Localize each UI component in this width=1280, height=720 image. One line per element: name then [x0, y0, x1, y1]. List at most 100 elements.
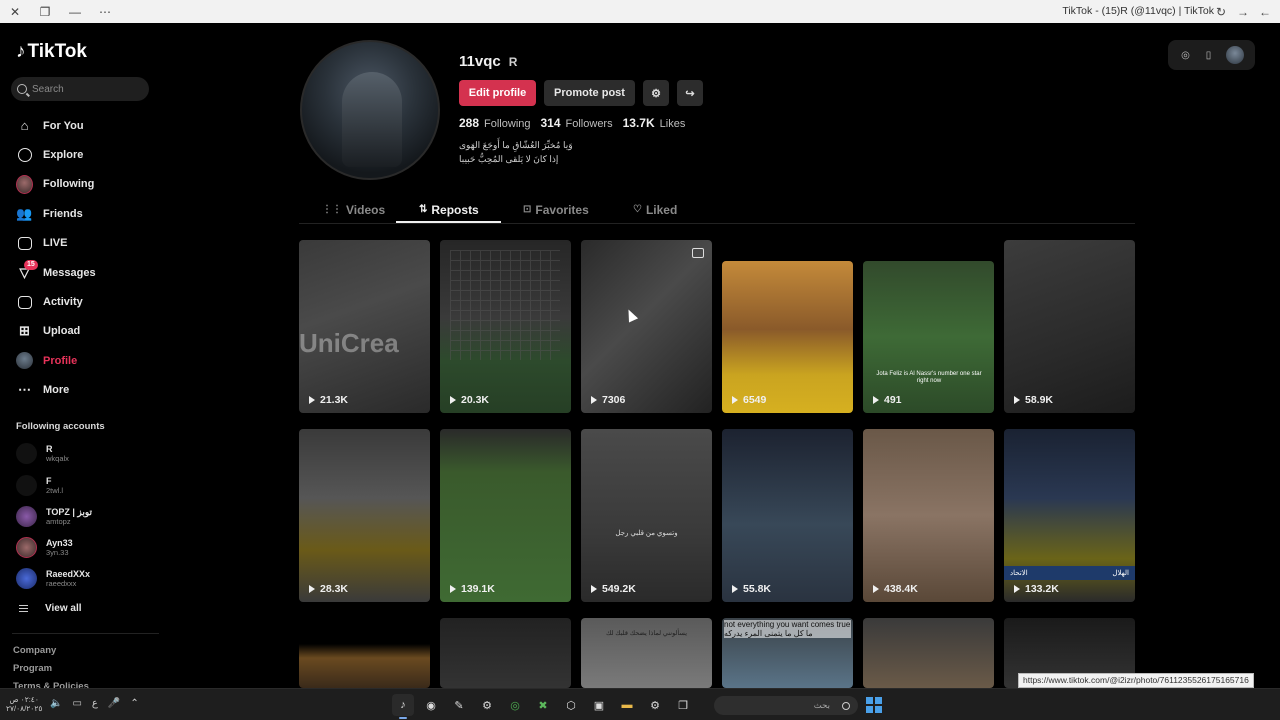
views-text: 6549	[743, 394, 767, 406]
video-card[interactable]: 139.1K	[440, 429, 571, 602]
photo-icon	[692, 248, 704, 258]
phone-icon[interactable]: ▯	[1203, 49, 1215, 61]
video-card[interactable]	[299, 638, 430, 688]
language-indicator[interactable]: ع	[92, 698, 98, 709]
user-avatar[interactable]	[1225, 46, 1244, 64]
chrome-app-icon[interactable]: ◎	[504, 694, 526, 716]
tab-videos[interactable]: ⋮⋮ Videos	[322, 196, 385, 223]
share-icon[interactable]: ↪	[677, 80, 703, 106]
coins-icon[interactable]: ◎	[1180, 49, 1192, 61]
nav-item-upload[interactable]: ⊞ Upload	[0, 317, 160, 346]
video-card[interactable]: 20.3K	[440, 240, 571, 413]
video-card[interactable]: 58.9K	[1004, 240, 1135, 413]
steam-app-icon[interactable]: ⚙	[476, 694, 498, 716]
windows-start-icon[interactable]	[866, 697, 882, 713]
task-view-icon[interactable]: ❐	[672, 694, 694, 716]
list-icon	[19, 605, 28, 612]
nav-item-friends[interactable]: 👥 Friends	[0, 199, 160, 228]
edit-profile-button[interactable]: Edit profile	[459, 80, 536, 106]
likes-count: 13.7K	[622, 116, 655, 130]
following-account[interactable]: RaeedXXx raeedxxx	[16, 568, 156, 589]
browser-titlebar: ✕ ❐ — ⋯ TikTok - (15)R (@11vqc) | TikTok…	[0, 0, 1280, 23]
tiktok-note-icon: ♪	[16, 41, 26, 62]
footer-company[interactable]: Company	[13, 645, 56, 656]
views-text: 549.2K	[602, 583, 636, 595]
tiktok-app-icon[interactable]: ♪	[392, 694, 414, 719]
following-account[interactable]: F 2twl.l	[16, 475, 156, 496]
forward-icon[interactable]: →	[1232, 0, 1254, 23]
more-dots-icon[interactable]: ⋯	[90, 0, 120, 23]
notepad-app-icon[interactable]: ✎	[448, 694, 470, 716]
video-card[interactable]: Jota Feliz is Al Nassr's number one star…	[863, 261, 994, 413]
likes-label: Likes	[659, 118, 686, 130]
nav-item-more[interactable]: ⋯ More	[0, 376, 160, 405]
likes-stat: 13.7K Likes	[623, 116, 686, 130]
video-card[interactable]: يسألونني لماذا يضحك قلبك لك	[581, 618, 712, 688]
following-stat[interactable]: 288 Following	[459, 116, 531, 130]
settings-app-icon[interactable]: ⬡	[560, 694, 582, 716]
minimize-icon[interactable]: —	[60, 0, 90, 23]
tiktok-logo[interactable]: ♪ TikTok	[16, 41, 87, 63]
account-avatar	[16, 506, 37, 527]
nav-item-profile[interactable]: Profile	[0, 346, 160, 375]
nav-item-activity[interactable]: Activity	[0, 287, 160, 316]
tab-liked[interactable]: ♡ Liked	[633, 196, 677, 223]
footer-terms[interactable]: Terms & Policies	[13, 681, 89, 688]
video-card[interactable]: 55.8K	[722, 429, 853, 602]
tab-reposts[interactable]: ⇅ Reposts	[419, 196, 479, 223]
search-box[interactable]	[11, 77, 149, 101]
video-card[interactable]: الاتحاد الهلال 133.2K	[1004, 429, 1135, 602]
friends-icon: 👥	[16, 205, 33, 221]
video-card[interactable]	[863, 618, 994, 688]
file-explorer-icon[interactable]: ▬	[616, 694, 638, 716]
video-card[interactable]: 28.3K	[299, 429, 430, 602]
view-count: 20.3K	[450, 394, 489, 406]
reload-icon[interactable]: ↻	[1210, 0, 1232, 23]
nav-item-live[interactable]: LIVE	[0, 229, 160, 258]
account-name: F	[46, 476, 52, 486]
taskbar-search-placeholder: بحث	[813, 700, 830, 710]
settings-gear-icon[interactable]: ⚙	[643, 80, 669, 106]
video-caption: وتسوي من قلبي رجل	[615, 530, 678, 537]
tab-label: Liked	[645, 202, 678, 217]
logo-text: TikTok	[27, 41, 87, 62]
network-icon[interactable]: ▭	[72, 698, 81, 709]
nav-item-messages[interactable]: ▽ 15 Messages	[0, 258, 160, 287]
following-account[interactable]: Rwkqalx	[16, 443, 156, 464]
video-card[interactable]: not everything you want comes true ما كل…	[722, 618, 853, 688]
nav-item-for-you[interactable]: ⌂ For You	[0, 111, 160, 140]
video-card[interactable]: 7306	[581, 240, 712, 413]
promote-post-button[interactable]: Promote post	[544, 80, 635, 106]
taskbar-clock[interactable]: ٠٢:٤٠ ص ٢٧/٠٨/٢٠٢٥	[6, 695, 42, 713]
sidebar-nav: ⌂ For You Explore Following 👥 Friends LI…	[0, 111, 160, 405]
xbox-app-icon[interactable]: ✖	[532, 694, 554, 716]
video-card[interactable]: UniCrea 21.3K	[299, 240, 430, 413]
video-card[interactable]: 438.4K	[863, 429, 994, 602]
volume-icon[interactable]: 🔈	[50, 698, 62, 709]
restore-icon[interactable]: ❐	[30, 0, 60, 23]
following-account[interactable]: TOPZ | توبز amtopz	[16, 506, 156, 527]
nav-item-explore[interactable]: Explore	[0, 140, 160, 169]
following-account[interactable]: Ayn33 3yn.33	[16, 537, 156, 558]
profile-tabs: ⋮⋮ Videos ⇅ Reposts ⊡ Favorites ♡ Liked	[299, 196, 1135, 224]
search-icon	[17, 84, 27, 94]
view-all-button[interactable]: View all	[19, 603, 82, 614]
video-card[interactable]: 6549	[722, 261, 853, 413]
following-count: 288	[459, 116, 480, 130]
video-card[interactable]	[440, 618, 571, 688]
taskbar-search[interactable]: بحث	[714, 696, 858, 715]
store-app-icon[interactable]: ▣	[588, 694, 610, 716]
search-input[interactable]	[32, 83, 132, 95]
discord-app-icon[interactable]: ◉	[420, 694, 442, 716]
video-card[interactable]: وتسوي من قلبي رجل 549.2K	[581, 429, 712, 602]
back-icon[interactable]: ←	[1254, 0, 1276, 23]
followers-stat[interactable]: 314 Followers	[541, 116, 613, 130]
tab-favorites[interactable]: ⊡ Favorites	[523, 196, 589, 223]
microphone-icon[interactable]: 🎤	[108, 698, 120, 709]
gear-icon[interactable]: ⚙	[644, 694, 666, 716]
footer-program[interactable]: Program	[13, 663, 52, 674]
close-icon[interactable]: ✕	[0, 0, 30, 23]
sidebar-divider	[12, 633, 159, 634]
chevron-up-icon[interactable]: ⌃	[130, 698, 138, 709]
nav-item-following[interactable]: Following	[0, 170, 160, 199]
